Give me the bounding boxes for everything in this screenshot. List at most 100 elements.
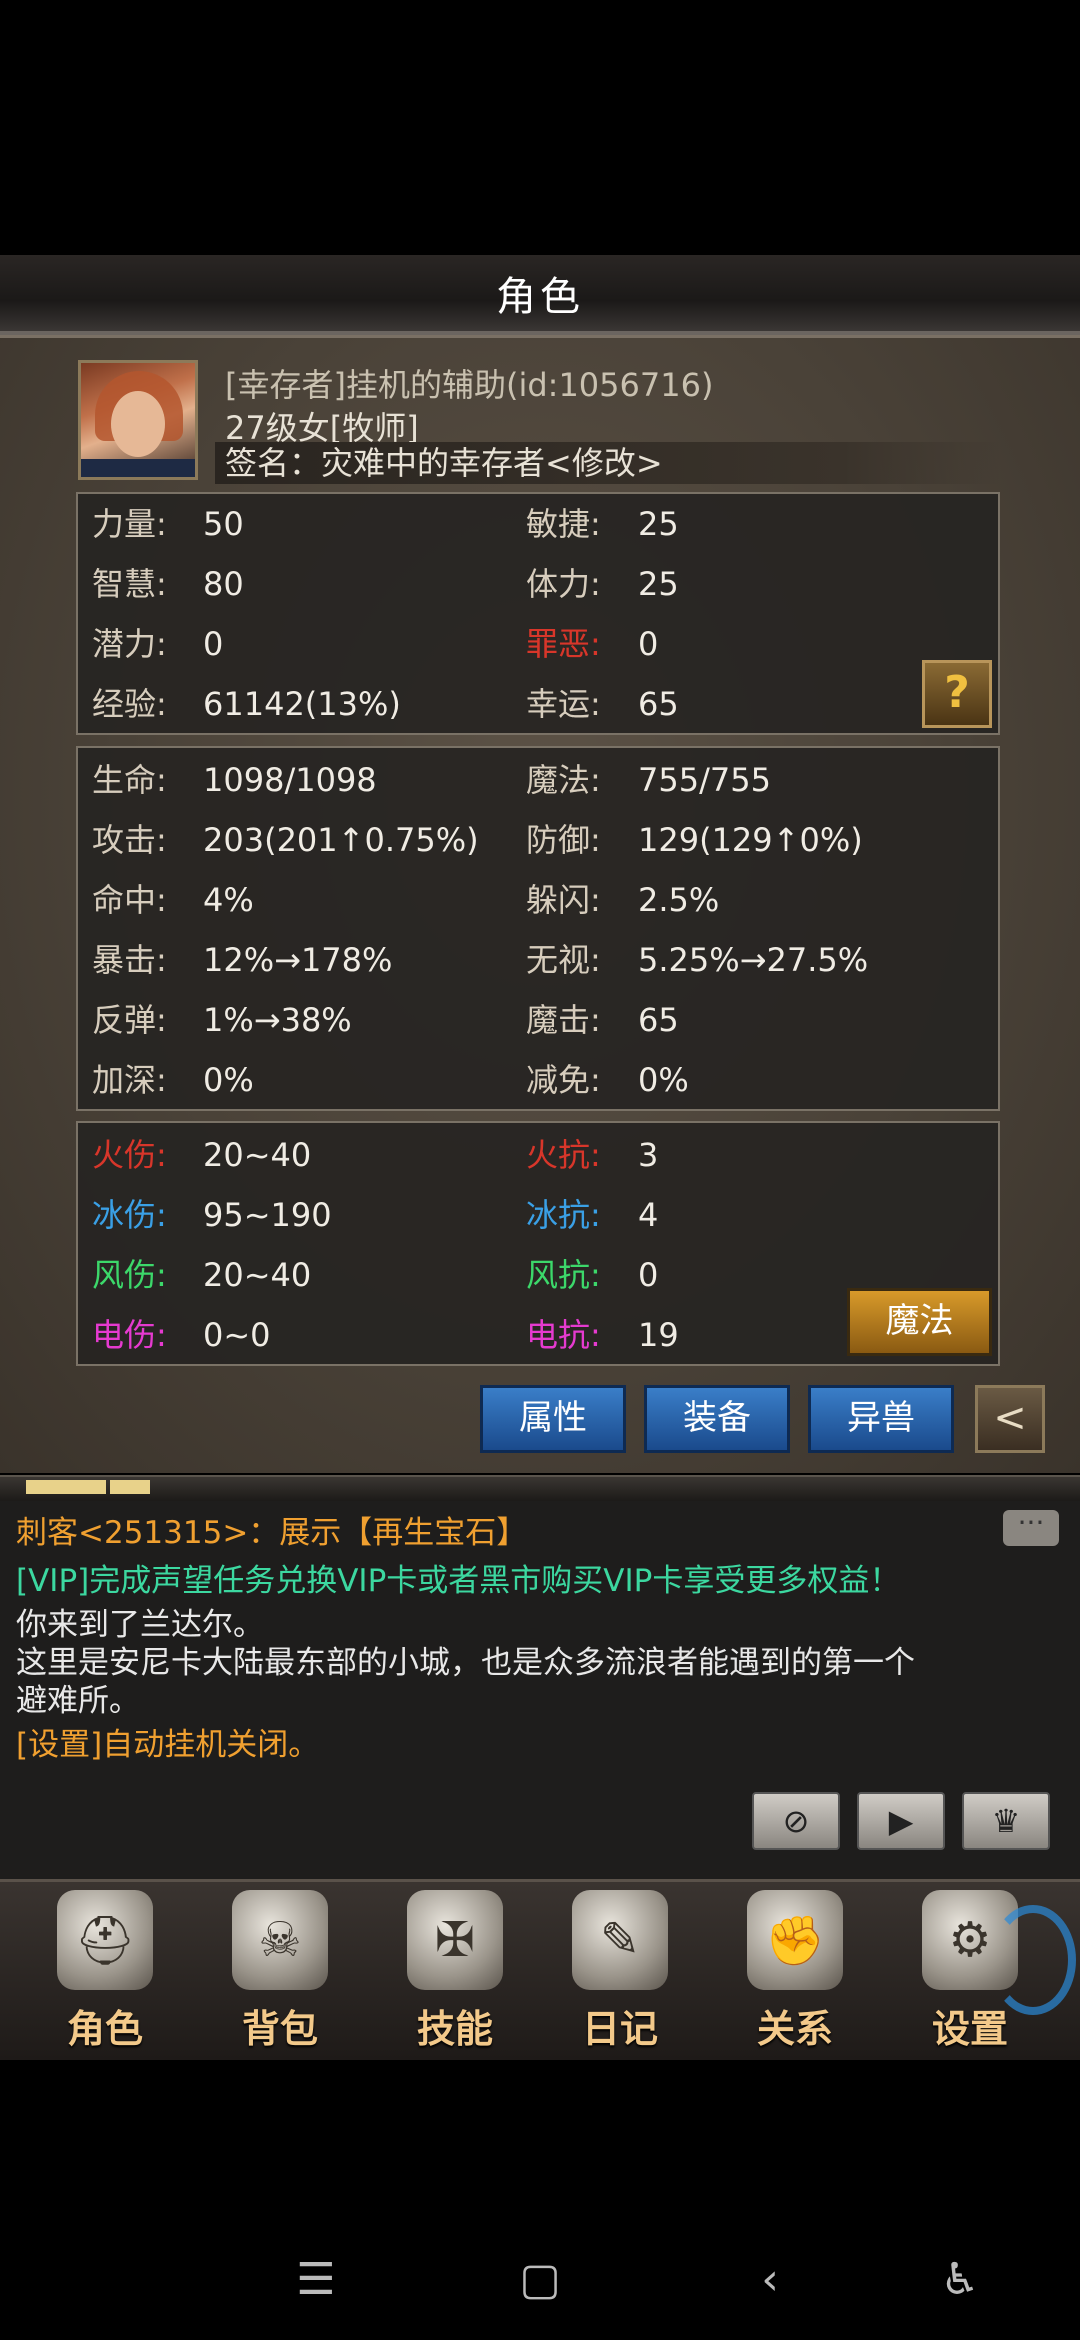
skill-book-icon: ✠	[407, 1890, 503, 1990]
stat-row: 加深: 0% 减免: 0%	[78, 1050, 998, 1110]
page-title: 角色	[496, 274, 584, 320]
tab-equipment[interactable]: 装备	[644, 1385, 790, 1453]
character-portrait[interactable]	[78, 360, 198, 480]
chat-message: 你来到了兰达尔。	[16, 1607, 264, 1643]
stat-label: 潜力:	[92, 625, 167, 663]
stat-value: 20~40	[203, 1256, 312, 1294]
stat-value: 0%	[203, 1061, 254, 1099]
progress-segment	[26, 1480, 106, 1494]
nav-label: 关系	[756, 2007, 833, 2051]
stat-label: 体力:	[526, 565, 601, 603]
wind-damage-label: 风伤:	[92, 1256, 167, 1294]
stat-label: 无视:	[526, 941, 601, 979]
stat-value: 4	[638, 1196, 659, 1234]
stat-label: 魔法:	[526, 761, 601, 799]
chat-message: 避难所。	[16, 1683, 140, 1719]
stat-value: 61142(13%)	[203, 685, 401, 723]
loading-ring	[990, 1905, 1076, 2015]
nav-skills[interactable]: ✠ 技能	[385, 1890, 525, 2051]
stat-value: 0%	[638, 1061, 689, 1099]
fire-damage-label: 火伤:	[92, 1136, 167, 1174]
stat-value: 1098/1098	[203, 761, 377, 799]
help-button[interactable]: ?	[922, 660, 992, 728]
chat-message[interactable]: [设置]自动挂机关闭。	[16, 1726, 319, 1764]
nav-relations[interactable]: ✊ 关系	[725, 1890, 865, 2051]
stat-value: 95~190	[203, 1196, 332, 1234]
combat-stats-box: 生命: 1098/1098 魔法: 755/755 攻击: 203(201↑0.…	[76, 746, 1000, 1111]
chat-bubble-icon[interactable]: ···	[1003, 1509, 1059, 1546]
stat-label: 命中:	[92, 881, 167, 919]
stat-value: 129(129↑0%)	[638, 821, 863, 859]
menu-icon[interactable]: ☰	[286, 2250, 346, 2310]
stat-value: 80	[203, 565, 244, 603]
ice-damage-label: 冰伤:	[92, 1196, 167, 1234]
stat-label: 敏捷:	[526, 505, 601, 543]
nav-label: 背包	[241, 2007, 318, 2051]
stat-value: 0~0	[203, 1316, 271, 1354]
nav-label: 技能	[416, 2007, 493, 2051]
stat-label: 防御:	[526, 821, 601, 859]
wind-resist-label: 风抗:	[526, 1256, 601, 1294]
tab-beast[interactable]: 异兽	[808, 1385, 954, 1453]
stat-value: 5.25%→27.5%	[638, 941, 869, 979]
back-nav-icon[interactable]: ‹	[740, 2250, 800, 2310]
helmet-icon: ⛑	[57, 1890, 153, 1990]
stat-value: 19	[638, 1316, 679, 1354]
stat-value: 3	[638, 1136, 659, 1174]
nav-label: 角色	[66, 2007, 143, 2051]
stat-label: 暴击:	[92, 941, 167, 979]
stat-value: 1%→38%	[203, 1001, 352, 1039]
stat-row: 攻击: 203(201↑0.75%) 防御: 129(129↑0%)	[78, 810, 998, 870]
stat-value: 4%	[203, 881, 254, 919]
stat-row: 潜力: 0 罪恶: 0	[78, 614, 998, 674]
stat-row: 反弹: 1%→38% 魔击: 65	[78, 990, 998, 1050]
stat-row: 命中: 4% 躲闪: 2.5%	[78, 870, 998, 930]
fire-resist-label: 火抗:	[526, 1136, 601, 1174]
accessibility-icon[interactable]: ♿	[930, 2250, 990, 2310]
magic-button[interactable]: 魔法	[847, 1288, 992, 1356]
stat-value: 50	[203, 505, 244, 543]
stat-label: 反弹:	[92, 1001, 167, 1039]
chat-message: 这里是安尼卡大陆最东部的小城，也是众多流浪者能遇到的第一个	[16, 1645, 915, 1681]
stat-value: 0	[638, 1256, 659, 1294]
stat-label: 魔击:	[526, 1001, 601, 1039]
stat-value: 65	[638, 1001, 679, 1039]
base-stats-box: 力量: 50 敏捷: 25 智慧: 80 体力: 25 潜力: 0 罪恶: 0 …	[76, 492, 1000, 735]
stat-value: 755/755	[638, 761, 771, 799]
character-name: [幸存者]挂机的辅助(id:1056716)	[225, 366, 714, 404]
back-button[interactable]: <	[975, 1385, 1045, 1453]
progress-segment	[110, 1480, 150, 1494]
character-signature[interactable]: 签名：灾难中的幸存者<修改>	[215, 442, 1000, 484]
stat-value: 65	[638, 685, 679, 723]
stat-label: 躲闪:	[526, 881, 601, 919]
tab-attributes[interactable]: 属性	[480, 1385, 626, 1453]
nav-character[interactable]: ⛑ 角色	[35, 1890, 175, 2051]
chat-message[interactable]: [VIP]完成声望任务兑换VIP卡或者黑市购买VIP卡享受更多权益！	[16, 1562, 900, 1600]
scroll-icon: ✎	[572, 1890, 668, 1990]
stat-value: 203(201↑0.75%)	[203, 821, 479, 859]
stat-label: 力量:	[92, 505, 167, 543]
nav-backpack[interactable]: ☠ 背包	[210, 1890, 350, 2051]
electric-resist-label: 电抗:	[526, 1316, 601, 1354]
stat-row: 力量: 50 敏捷: 25	[78, 494, 998, 554]
backpack-icon: ☠	[232, 1890, 328, 1990]
stat-value: 0	[638, 625, 659, 663]
electric-damage-label: 电伤:	[92, 1316, 167, 1354]
stat-row: 经验: 61142(13%) 幸运: 65	[78, 674, 998, 734]
compass-icon[interactable]: ⊘	[752, 1792, 840, 1850]
title-bar: 角色	[0, 255, 1080, 335]
stat-label-sin: 罪恶:	[526, 625, 601, 663]
stat-label: 幸运:	[526, 685, 601, 723]
nav-diary[interactable]: ✎ 日记	[550, 1890, 690, 2051]
stat-label: 加深:	[92, 1061, 167, 1099]
stat-label: 生命:	[92, 761, 167, 799]
stat-value: 0	[203, 625, 224, 663]
trophy-icon[interactable]: ♛	[962, 1792, 1050, 1850]
home-icon[interactable]: ▢	[510, 2250, 570, 2310]
ice-resist-label: 冰抗:	[526, 1196, 601, 1234]
chat-message[interactable]: 刺客<251315>：展示【再生宝石】	[16, 1514, 527, 1552]
nav-label: 日记	[581, 2007, 658, 2051]
play-icon[interactable]: ▶	[857, 1792, 945, 1850]
stat-value: 12%→178%	[203, 941, 393, 979]
stat-row: 暴击: 12%→178% 无视: 5.25%→27.5%	[78, 930, 998, 990]
